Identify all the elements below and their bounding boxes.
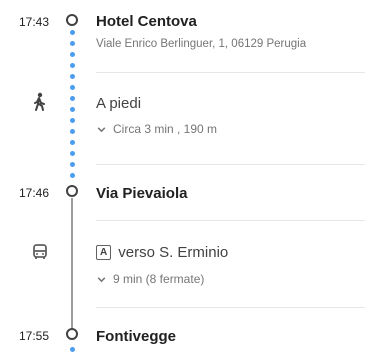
bus-details-toggle[interactable]: 9 min (8 fermate) xyxy=(96,272,204,286)
bus-direction: verso S. Erminio xyxy=(118,244,229,261)
walking-dot xyxy=(70,63,75,68)
chevron-down-icon xyxy=(97,126,106,132)
walking-dot xyxy=(70,118,75,123)
divider xyxy=(96,220,365,221)
walking-dot xyxy=(70,85,75,90)
bus-line-badge: A xyxy=(96,245,112,260)
divider xyxy=(96,164,365,165)
arrival-time: 17:55 xyxy=(18,329,49,343)
walking-dot xyxy=(70,96,75,101)
transit-line xyxy=(71,198,73,328)
bus-detail: 9 min (8 fermate) xyxy=(113,272,205,286)
stop-name-destination[interactable]: Fontivegge xyxy=(96,328,176,345)
divider xyxy=(96,72,365,73)
walking-dot xyxy=(70,74,75,79)
transfer-time: 17:46 xyxy=(18,186,49,200)
stop-address: Viale Enrico Berlinguer, 1, 06129 Perugi… xyxy=(96,38,307,50)
walk-detail: Circa 3 min , 190 m xyxy=(113,122,218,136)
chevron-down-icon xyxy=(97,276,106,282)
stop-marker xyxy=(66,328,78,340)
walking-dot xyxy=(70,129,75,134)
walking-dot xyxy=(70,162,75,167)
walking-dot xyxy=(70,151,75,156)
walking-dot xyxy=(70,140,75,145)
stop-marker xyxy=(66,14,78,26)
walk-details-toggle[interactable]: Circa 3 min , 190 m xyxy=(96,122,217,136)
bus-line-row[interactable]: A verso S. Erminio xyxy=(96,244,228,261)
walking-dot xyxy=(70,173,75,178)
walking-person-icon xyxy=(31,92,49,117)
stop-marker xyxy=(66,185,78,197)
departure-time: 17:43 xyxy=(18,15,49,29)
stop-name-origin[interactable]: Hotel Centova xyxy=(96,13,197,30)
bus-icon xyxy=(31,243,49,266)
divider xyxy=(96,307,365,308)
stop-name-transfer[interactable]: Via Pievaiola xyxy=(96,185,187,202)
walking-dot xyxy=(70,107,75,112)
walking-dot xyxy=(70,41,75,46)
walking-path-start xyxy=(70,347,75,352)
walk-label: A piedi xyxy=(96,95,142,112)
walking-dot xyxy=(70,52,75,57)
walking-dot xyxy=(70,30,75,35)
